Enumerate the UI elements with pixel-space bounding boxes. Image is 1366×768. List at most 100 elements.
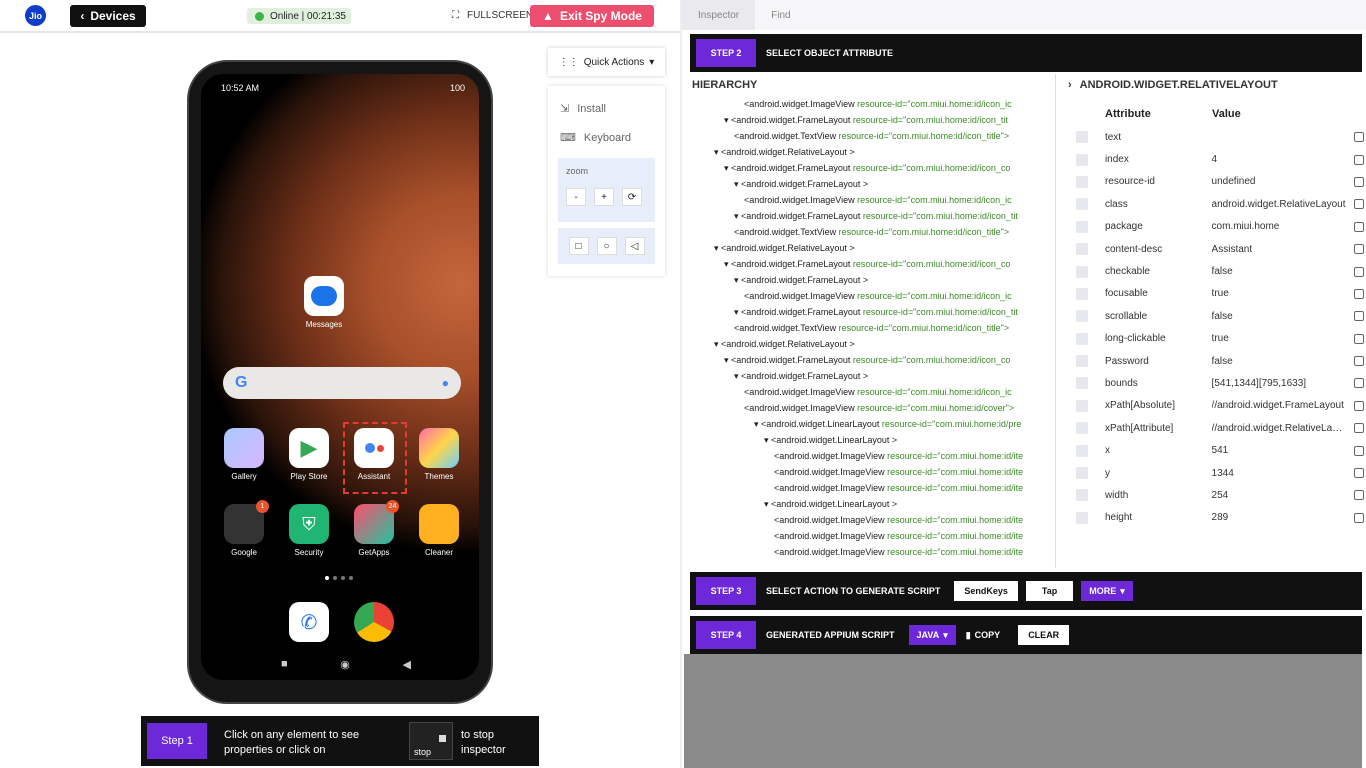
hierarchy-node[interactable]: <android.widget.ImageView resource-id="c…	[688, 400, 1055, 416]
app-messages[interactable]: Messages	[295, 276, 353, 329]
hierarchy-node[interactable]: ▾ <android.widget.FrameLayout resource-i…	[688, 304, 1055, 320]
copy-icon[interactable]	[1354, 132, 1364, 143]
home-icon[interactable]: ◉	[340, 658, 350, 671]
app-gallery[interactable]: Gallery	[215, 428, 273, 481]
hierarchy-node[interactable]: ▾ <android.widget.LinearLayout >	[688, 496, 1055, 512]
app-themes[interactable]: Themes	[410, 428, 468, 481]
copy-icon[interactable]	[1354, 176, 1364, 187]
copy-icon[interactable]	[1354, 221, 1364, 232]
phone-screen[interactable]: 10:52 AM 100 Messages G ● Gallery ▶ Play St…	[201, 74, 479, 680]
attribute-checkbox[interactable]	[1076, 287, 1088, 300]
attribute-checkbox[interactable]	[1076, 198, 1088, 211]
attribute-checkbox[interactable]	[1076, 332, 1088, 345]
triangle-back-icon[interactable]: ◁	[624, 237, 645, 255]
script-output-area[interactable]	[684, 654, 1362, 768]
hierarchy-node[interactable]: <android.widget.TextView resource-id="co…	[688, 320, 1055, 336]
hierarchy-node[interactable]: <android.widget.ImageView resource-id="c…	[688, 480, 1055, 496]
hierarchy-node[interactable]: ▾ <android.widget.FrameLayout >	[688, 272, 1055, 288]
attribute-checkbox[interactable]	[1076, 220, 1088, 233]
copy-icon[interactable]	[1354, 244, 1364, 255]
square-recents-icon[interactable]: □	[568, 237, 589, 255]
hierarchy-node[interactable]: ▾ <android.widget.FrameLayout resource-i…	[688, 160, 1055, 176]
hierarchy-node[interactable]: <android.widget.ImageView resource-id="c…	[688, 448, 1055, 464]
attribute-checkbox[interactable]	[1076, 377, 1088, 390]
recents-icon[interactable]: ■	[281, 658, 288, 671]
copy-icon[interactable]	[1354, 154, 1364, 165]
sendkeys-button[interactable]: SendKeys	[954, 581, 1018, 601]
copy-icon[interactable]	[1354, 468, 1364, 479]
hierarchy-node[interactable]: ▾ <android.widget.FrameLayout >	[688, 368, 1055, 384]
copy-icon[interactable]	[1354, 199, 1364, 210]
attribute-checkbox[interactable]	[1076, 175, 1088, 188]
attribute-checkbox[interactable]	[1076, 489, 1088, 502]
copy-icon[interactable]	[1354, 490, 1364, 501]
attribute-checkbox[interactable]	[1076, 422, 1088, 435]
app-security[interactable]: ⛨ Security	[280, 504, 338, 557]
attribute-checkbox[interactable]	[1076, 310, 1088, 323]
attribute-checkbox[interactable]	[1076, 444, 1088, 457]
hierarchy-node[interactable]: <android.widget.ImageView resource-id="c…	[688, 288, 1055, 304]
hierarchy-node[interactable]: ▾ <android.widget.RelativeLayout >	[688, 336, 1055, 352]
hierarchy-node[interactable]: ▾ <android.widget.RelativeLayout >	[688, 144, 1055, 160]
tab-find[interactable]: Find	[755, 0, 806, 30]
copy-icon[interactable]	[1354, 266, 1364, 277]
attribute-checkbox[interactable]	[1076, 265, 1088, 278]
attribute-checkbox[interactable]	[1076, 511, 1088, 524]
stop-inspector-button[interactable]: stop	[409, 722, 453, 760]
hierarchy-node[interactable]: ▾ <android.widget.FrameLayout resource-i…	[688, 256, 1055, 272]
hierarchy-node[interactable]: <android.widget.TextView resource-id="co…	[688, 224, 1055, 240]
attribute-checkbox[interactable]	[1076, 467, 1088, 480]
dock-chrome[interactable]	[345, 602, 403, 646]
hierarchy-node[interactable]: ▾ <android.widget.LinearLayout resource-…	[688, 416, 1055, 432]
rotate-icon[interactable]: ⟳	[622, 188, 642, 206]
google-search-bar[interactable]: G ●	[223, 367, 461, 399]
hierarchy-node[interactable]: <android.widget.ImageView resource-id="c…	[688, 96, 1055, 112]
attribute-checkbox[interactable]	[1076, 131, 1088, 144]
circle-home-icon[interactable]: ○	[596, 237, 617, 255]
hierarchy-node[interactable]: <android.widget.ImageView resource-id="c…	[688, 464, 1055, 480]
hierarchy-node[interactable]: <android.widget.ImageView resource-id="c…	[688, 528, 1055, 544]
copy-icon[interactable]	[1354, 512, 1364, 523]
copy-icon[interactable]	[1354, 423, 1364, 434]
exit-spy-mode-button[interactable]: ▲ Exit Spy Mode	[530, 5, 654, 27]
app-google-folder[interactable]: 1 Google	[215, 500, 273, 557]
hierarchy-node[interactable]: <android.widget.ImageView resource-id="c…	[688, 384, 1055, 400]
clear-button[interactable]: CLEAR	[1018, 625, 1070, 645]
hierarchy-node[interactable]: <android.widget.TextView resource-id="co…	[688, 128, 1055, 144]
attribute-checkbox[interactable]	[1076, 153, 1088, 166]
copy-icon[interactable]	[1354, 400, 1364, 411]
copy-button[interactable]: ▮ COPY	[966, 630, 1000, 641]
copy-icon[interactable]	[1354, 288, 1364, 299]
hierarchy-node[interactable]: ▾ <android.widget.FrameLayout resource-i…	[688, 352, 1055, 368]
quick-actions-button[interactable]: ⋮⋮ Quick Actions ▾	[548, 48, 665, 76]
mic-icon[interactable]: ●	[442, 376, 449, 390]
app-play-store[interactable]: ▶ Play Store	[280, 428, 338, 481]
hierarchy-node[interactable]: <android.widget.ImageView resource-id="c…	[688, 544, 1055, 560]
hierarchy-node[interactable]: ▾ <android.widget.RelativeLayout >	[688, 240, 1055, 256]
copy-icon[interactable]	[1354, 311, 1364, 322]
tab-inspector[interactable]: Inspector	[682, 0, 756, 30]
language-select[interactable]: JAVA ▾	[908, 625, 956, 645]
hierarchy-node[interactable]: <android.widget.ImageView resource-id="c…	[688, 192, 1055, 208]
keyboard-action[interactable]: ⌨ Keyboard	[548, 123, 665, 152]
app-cleaner[interactable]: Cleaner	[410, 504, 468, 557]
copy-icon[interactable]	[1354, 356, 1364, 367]
copy-icon[interactable]	[1354, 378, 1364, 389]
zoom-in-button[interactable]: +	[594, 188, 614, 206]
copy-icon[interactable]	[1354, 333, 1364, 344]
attribute-checkbox[interactable]	[1076, 355, 1088, 368]
tap-button[interactable]: Tap	[1025, 581, 1074, 601]
more-button[interactable]: MORE ▾	[1081, 581, 1133, 601]
attribute-checkbox[interactable]	[1076, 399, 1088, 412]
hierarchy-node[interactable]: ▾ <android.widget.LinearLayout >	[688, 432, 1055, 448]
devices-button[interactable]: ‹ Devices	[70, 5, 146, 27]
attribute-checkbox[interactable]	[1076, 243, 1088, 256]
app-getapps[interactable]: 24 GetApps	[345, 500, 403, 557]
zoom-out-button[interactable]: -	[566, 188, 586, 206]
hierarchy-node[interactable]: ▾ <android.widget.FrameLayout resource-i…	[688, 112, 1055, 128]
fullscreen-button[interactable]: ⛶ FULLSCREEN	[452, 10, 533, 21]
copy-icon[interactable]	[1354, 445, 1364, 456]
hierarchy-node[interactable]: <android.widget.ImageView resource-id="c…	[688, 512, 1055, 528]
hierarchy-node[interactable]: ▾ <android.widget.FrameLayout >	[688, 176, 1055, 192]
hierarchy-node[interactable]: ▾ <android.widget.FrameLayout resource-i…	[688, 208, 1055, 224]
